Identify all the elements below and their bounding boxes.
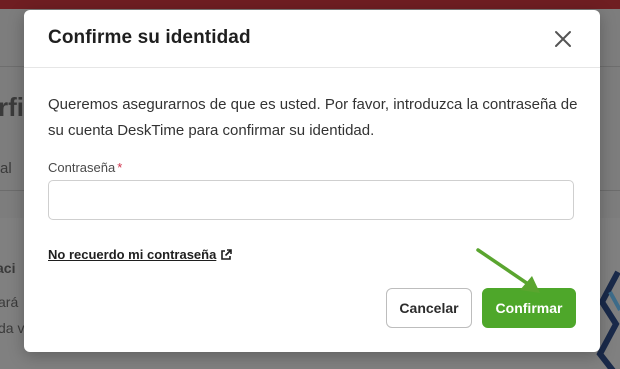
forgot-password-label: No recuerdo mi contraseña (48, 247, 217, 262)
confirm-button[interactable]: Confirmar (482, 288, 576, 328)
confirm-identity-dialog: Confirme su identidad Queremos asegurarn… (24, 10, 600, 352)
external-link-icon (220, 248, 233, 261)
background-card-title: aci (0, 260, 16, 276)
close-icon (555, 31, 571, 47)
cancel-button[interactable]: Cancelar (386, 288, 472, 328)
background-card-text: da v (0, 320, 25, 336)
password-label-text: Contraseña (48, 160, 116, 175)
close-button[interactable] (550, 26, 576, 52)
dialog-header: Confirme su identidad (24, 10, 600, 68)
background-tab: al (0, 160, 12, 177)
password-label: Contraseña * (48, 160, 122, 175)
dialog-title: Confirme su identidad (48, 27, 251, 48)
forgot-password-link[interactable]: No recuerdo mi contraseña (48, 247, 233, 262)
app-top-bar (0, 0, 620, 9)
dialog-description: Queremos asegurarnos de que es usted. Po… (48, 96, 578, 139)
password-input[interactable] (48, 180, 574, 220)
required-marker: * (117, 160, 123, 175)
background-page-title: rfi (0, 92, 24, 122)
background-card-text: ará (0, 294, 19, 310)
